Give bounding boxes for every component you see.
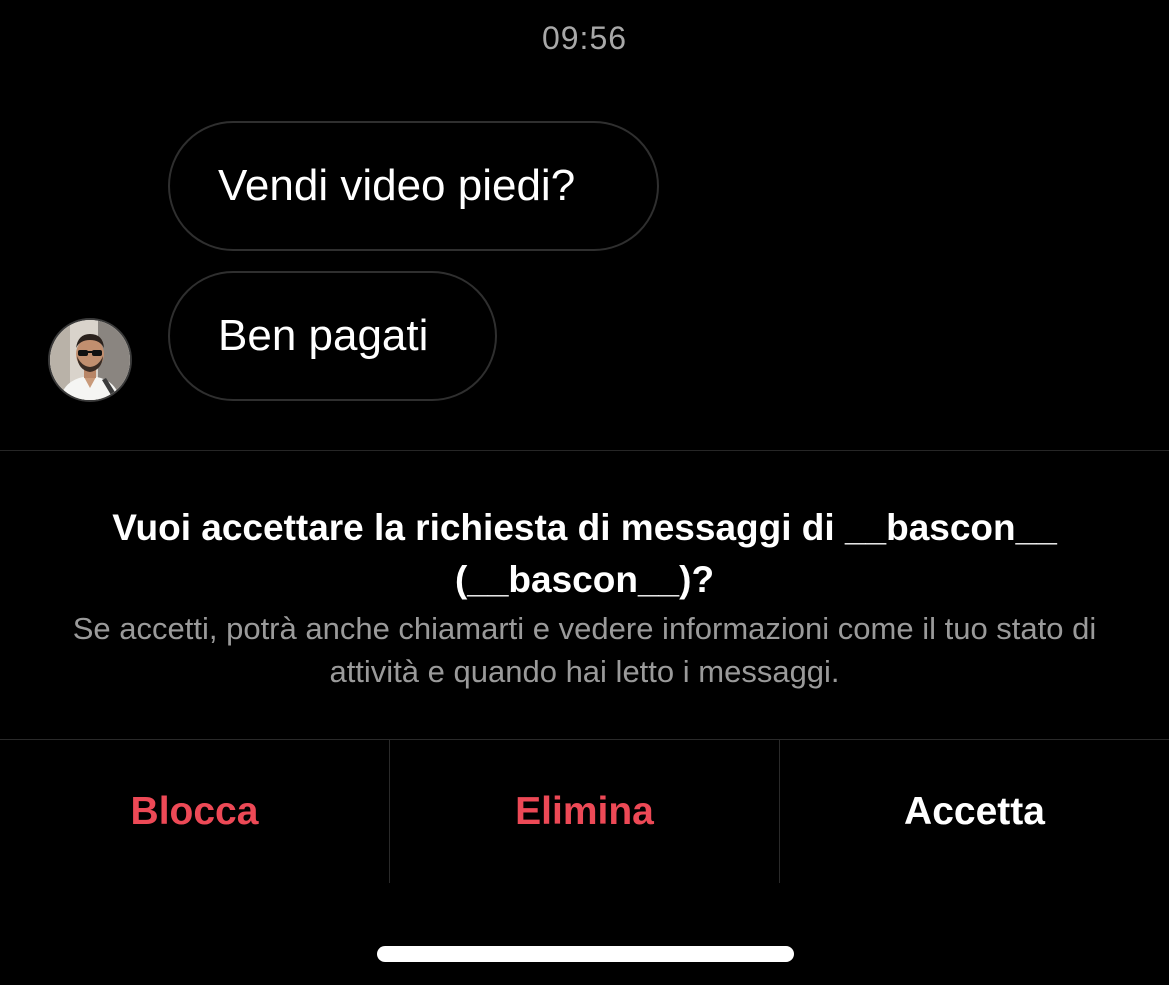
home-indicator[interactable] — [377, 946, 794, 962]
sender-avatar[interactable] — [48, 318, 132, 402]
message-text: Vendi video piedi? — [218, 161, 576, 210]
block-button[interactable]: Blocca — [0, 740, 389, 883]
request-actions: Blocca Elimina Accetta — [0, 740, 1169, 883]
message-timestamp: 09:56 — [541, 20, 628, 56]
message-bubble[interactable]: Ben pagati — [168, 271, 497, 401]
request-title: Vuoi accettare la richiesta di messaggi … — [112, 507, 1057, 600]
accept-button[interactable]: Accetta — [779, 740, 1169, 883]
message-request-screen: 09:56 Vendi video piedi? Ben pagati Vuoi… — [0, 0, 1169, 985]
section-divider — [0, 450, 1169, 451]
message-bubble[interactable]: Vendi video piedi? — [168, 121, 659, 251]
message-text: Ben pagati — [218, 311, 429, 360]
user-avatar-icon — [50, 320, 130, 400]
delete-button[interactable]: Elimina — [389, 740, 779, 883]
request-description: Se accetti, potrà anche chiamarti e vede… — [72, 611, 1097, 689]
